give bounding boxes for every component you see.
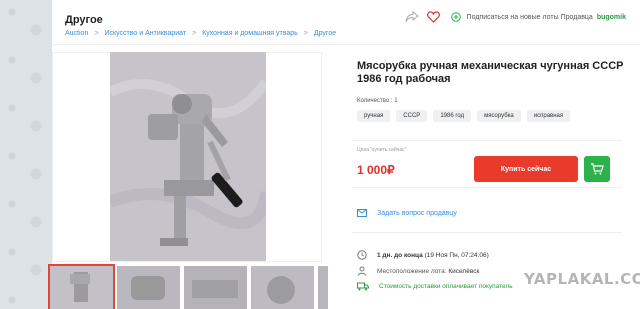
quantity-label: Количество : 1 [357,98,398,104]
tag[interactable]: 1986 год [433,110,472,122]
main-photo[interactable] [110,52,266,261]
chevron-right-icon: > [94,30,99,37]
buy-now-price-label: Цена "купить сейчас" [357,147,407,153]
share-icon[interactable] [405,10,419,24]
breadcrumb: Auction > Искусство и Антиквариат > Кухо… [65,30,336,37]
subscribe-button[interactable]: Подписаться на новые лоты Продавца bugom… [449,10,626,24]
top-actions: Подписаться на новые лоты Продавца bugom… [405,10,626,24]
shipping-row: Стоимость доставки оплачивает покупатель [357,282,513,291]
price: 1 000₽ [357,163,395,177]
thumbnail-strip [48,264,328,309]
shipping-text: Стоимость доставки оплачивает покупатель [379,283,513,290]
location-label: Местоположение лота: [377,267,447,275]
tag[interactable]: СССР [396,110,428,122]
plus-circle-icon [449,10,463,24]
divider [352,232,622,233]
thumbnail[interactable] [318,266,328,309]
chevron-right-icon: > [192,30,197,37]
time-left: 1 дн. до конца [377,251,423,259]
time-left-row: 1 дн. до конца (19 Ноя Пн, 07:24:06) [357,250,489,260]
chevron-right-icon: > [303,30,308,37]
watermark: YAPLAKAL.COM [524,270,640,288]
buy-now-button[interactable]: Купить сейчас [474,156,578,182]
clock-icon [357,250,367,260]
location-value: Киселёвск [448,267,480,275]
person-icon [358,266,366,276]
breadcrumb-item-other[interactable]: Другое [314,30,336,37]
product-title: Мясорубка ручная механическая чугунная С… [357,60,624,85]
thumbnail[interactable] [184,266,247,309]
cart-icon [591,163,604,175]
truck-icon [357,282,369,291]
tag[interactable]: исправная [526,110,571,122]
envelope-icon [357,209,367,217]
add-to-cart-button[interactable] [584,156,610,182]
divider [52,44,640,45]
tag[interactable]: мясорубка [477,110,521,122]
breadcrumb-item-kitchen[interactable]: Кухонная и домашняя утварь [202,30,298,37]
tag-list: ручная СССР 1986 год мясорубка исправная [357,110,571,122]
breadcrumb-item-art[interactable]: Искусство и Антиквариат [104,30,186,37]
thumbnail[interactable] [251,266,314,309]
breadcrumb-item-auction[interactable]: Auction [65,30,88,37]
buy-box: Цена "купить сейчас" 1 000₽ Купить сейча… [352,140,622,188]
end-date: (19 Ноя Пн, 07:24:06) [424,251,489,259]
tag[interactable]: ручная [357,110,391,122]
location-row: Местоположение лота: Киселёвск [357,266,479,276]
thumbnail[interactable] [48,264,115,309]
page-title: Другое [65,14,103,26]
ask-seller-label: Задать вопрос продавцу [377,209,457,217]
seller-name[interactable]: bugomik [597,14,626,21]
ask-seller-link[interactable]: Задать вопрос продавцу [357,209,457,217]
lot-card: Другое Auction > Искусство и Антиквариат… [48,0,640,309]
subscribe-label: Подписаться на новые лоты Продавца [466,13,593,21]
thumbnail[interactable] [117,266,180,309]
heart-icon[interactable] [427,10,441,24]
